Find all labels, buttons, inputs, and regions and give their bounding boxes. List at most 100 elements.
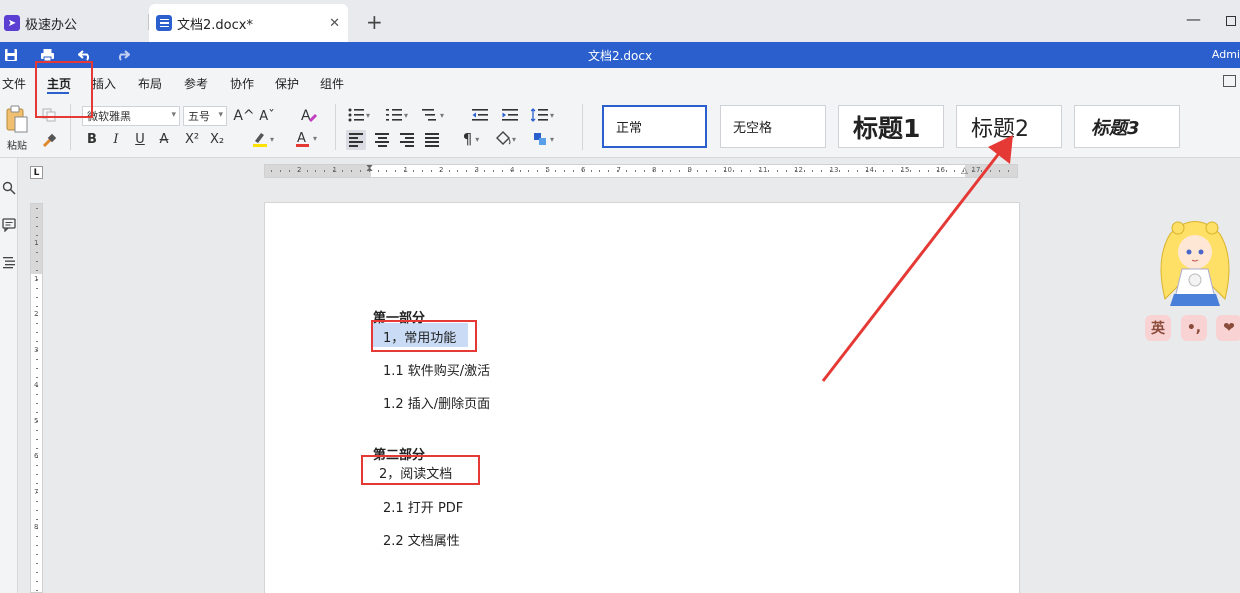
font-color-icon[interactable]: A ▾ bbox=[293, 128, 323, 150]
ruler-tick bbox=[892, 170, 894, 172]
horizontal-ruler[interactable]: ⧗ △ 2 1 1 2 3 4 5 6 7 8 9 10 11 12 13 14 15 16 17 bbox=[264, 163, 1018, 178]
tab-file[interactable]: 文件 bbox=[2, 75, 26, 92]
justify-icon[interactable] bbox=[422, 130, 442, 150]
ruler-tick bbox=[528, 170, 530, 172]
multilevel-list-icon[interactable]: ▾ bbox=[421, 106, 447, 124]
ruler-tick bbox=[785, 170, 787, 172]
bullet-list-icon[interactable]: ▾ bbox=[347, 106, 373, 124]
line-spacing-icon[interactable]: ▾ bbox=[530, 106, 558, 124]
ruler-tick bbox=[36, 376, 38, 378]
rocket-icon: ➤ bbox=[4, 15, 20, 31]
ruler-number: 2 bbox=[297, 166, 302, 174]
highlight-icon[interactable]: ▾ bbox=[249, 129, 279, 149]
style-heading2[interactable]: 标题2 bbox=[956, 105, 1062, 148]
strikethrough-button[interactable]: A bbox=[155, 130, 173, 148]
tab-collaborate[interactable]: 协作 bbox=[230, 75, 254, 92]
document-page[interactable]: 第一部分 1，常用功能 1.1 软件购买/激活 1.2 插入/删除页面 第二部分… bbox=[264, 202, 1020, 593]
font-size-select[interactable]: 五号 ▾ bbox=[183, 106, 227, 126]
numbered-list-icon[interactable]: ▾ bbox=[385, 106, 411, 124]
doc-line[interactable]: 2.2 文档属性 bbox=[383, 530, 460, 549]
tab-layout[interactable]: 布局 bbox=[138, 75, 162, 92]
right-indent-marker[interactable]: △ bbox=[961, 166, 968, 176]
style-no-spacing-label: 无空格 bbox=[733, 121, 773, 136]
paragraph-mark-button[interactable]: ¶ ▾ bbox=[456, 129, 486, 149]
align-left-icon[interactable] bbox=[346, 130, 366, 150]
ruler-tick bbox=[501, 170, 503, 172]
ruler-tick bbox=[555, 170, 556, 172]
tab-references[interactable]: 参考 bbox=[184, 75, 208, 92]
ruler-tick bbox=[413, 170, 414, 172]
style-heading3[interactable]: 标题3 bbox=[1074, 105, 1180, 148]
ruler-tick bbox=[36, 509, 38, 511]
tab-components[interactable]: 组件 bbox=[320, 75, 344, 92]
vertical-ruler[interactable]: 1 1 2 3 4 5 6 7 8 bbox=[30, 203, 43, 593]
style-no-spacing[interactable]: 无空格 bbox=[720, 105, 826, 148]
mascot-heart-button[interactable]: ❤ bbox=[1216, 315, 1240, 341]
ruler-tick bbox=[342, 170, 343, 172]
maximize-button[interactable] bbox=[1226, 16, 1236, 26]
font-family-select[interactable]: 微软雅黑 ▾ bbox=[82, 106, 180, 126]
align-right-icon[interactable] bbox=[397, 130, 417, 150]
borders-icon[interactable]: ▾ bbox=[530, 129, 560, 149]
ruler-number: 1 bbox=[332, 166, 337, 174]
collapse-ribbon-icon[interactable] bbox=[1223, 75, 1236, 87]
ruler-tick bbox=[572, 170, 574, 172]
subscript-button[interactable]: X₂ bbox=[206, 130, 228, 148]
separator bbox=[335, 104, 336, 150]
align-center-icon[interactable] bbox=[372, 130, 392, 150]
underline-button[interactable]: U bbox=[131, 130, 149, 148]
search-icon[interactable] bbox=[1, 180, 17, 196]
italic-button[interactable]: I bbox=[107, 130, 125, 148]
ruler-tick bbox=[484, 170, 485, 172]
font-size-value: 五号 bbox=[188, 110, 210, 123]
ruler-number: 14 bbox=[865, 166, 874, 174]
style-heading1[interactable]: 标题1 bbox=[838, 105, 944, 148]
shading-icon[interactable]: ▾ bbox=[492, 129, 522, 149]
doc-line[interactable]: 2.1 打开 PDF bbox=[383, 497, 463, 516]
tab-home[interactable]: ➤ 极速办公 bbox=[0, 4, 148, 42]
ruler-number: 1 bbox=[34, 274, 39, 283]
tab-protect[interactable]: 保护 bbox=[275, 75, 299, 92]
increase-indent-icon[interactable] bbox=[500, 106, 520, 124]
style-heading1-label: 标题1 bbox=[853, 113, 921, 143]
ruler-tick bbox=[626, 170, 627, 172]
bold-button[interactable]: B bbox=[83, 130, 101, 148]
clear-format-icon[interactable]: A bbox=[298, 105, 320, 125]
doc-line[interactable]: 1.1 软件购买/激活 bbox=[383, 360, 490, 379]
outline-icon[interactable] bbox=[1, 254, 17, 270]
ruler-tick bbox=[839, 170, 840, 172]
ruler-tick bbox=[874, 170, 876, 172]
user-name[interactable]: Admi bbox=[1212, 48, 1240, 61]
ruler-tick bbox=[288, 170, 290, 172]
superscript-button[interactable]: X² bbox=[181, 130, 203, 148]
grow-font-button[interactable]: A^ bbox=[233, 106, 254, 126]
comment-icon[interactable] bbox=[1, 217, 17, 233]
tab-stop-selector[interactable]: L bbox=[30, 166, 43, 179]
ruler-left-margin bbox=[265, 165, 371, 177]
tab-insert[interactable]: 插入 bbox=[92, 75, 116, 92]
ruler-number: 11 bbox=[758, 166, 768, 174]
doc-line[interactable]: 1.2 插入/删除页面 bbox=[383, 393, 490, 412]
style-heading3-label: 标题3 bbox=[1091, 117, 1140, 139]
ruler-tick bbox=[750, 170, 752, 172]
mascot-language-button[interactable]: 英 bbox=[1145, 315, 1171, 341]
close-tab-icon[interactable]: ✕ bbox=[329, 16, 340, 31]
tab-document[interactable]: 文档2.docx* ✕ bbox=[149, 4, 348, 42]
mascot-punctuation-button[interactable]: •, bbox=[1181, 315, 1207, 341]
new-tab-button[interactable]: + bbox=[366, 10, 383, 34]
mascot-character-image[interactable] bbox=[1150, 214, 1240, 314]
minimize-button[interactable]: — bbox=[1186, 10, 1201, 28]
paste-icon[interactable] bbox=[4, 104, 30, 134]
decrease-indent-icon[interactable] bbox=[470, 106, 490, 124]
ruler-number: 16 bbox=[936, 166, 945, 174]
ruler-tick bbox=[36, 216, 38, 218]
style-normal[interactable]: 正常 bbox=[602, 105, 707, 148]
format-painter-icon[interactable] bbox=[40, 132, 58, 150]
shrink-font-button[interactable]: Aˇ bbox=[257, 106, 277, 126]
ruler-tick bbox=[279, 170, 281, 172]
ruler-number: 15 bbox=[900, 166, 910, 174]
indent-marker[interactable]: ⧗ bbox=[366, 163, 373, 174]
ruler-tick bbox=[1007, 170, 1009, 172]
ruler-number: 8 bbox=[652, 166, 657, 174]
ruler-number: 3 bbox=[34, 345, 39, 354]
